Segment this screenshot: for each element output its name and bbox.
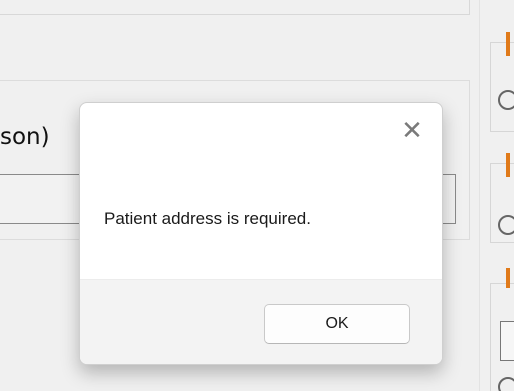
right-input-box[interactable] — [500, 321, 514, 361]
alert-dialog: ✕ Patient address is required. OK — [79, 102, 443, 365]
radio-button[interactable] — [498, 215, 514, 235]
top-panel — [0, 0, 470, 15]
dialog-message: Patient address is required. — [104, 209, 311, 228]
close-icon[interactable]: ✕ — [398, 117, 426, 145]
close-glyph: ✕ — [401, 116, 423, 146]
field-label: son) — [0, 124, 50, 150]
right-group-3-title — [506, 268, 510, 288]
panel-divider — [479, 0, 480, 391]
ok-button[interactable]: OK — [264, 304, 410, 344]
right-group-1-title — [506, 32, 510, 56]
app-window: son) ✕ Patient address is required. OK — [0, 0, 514, 391]
right-group-1 — [490, 42, 514, 132]
radio-button[interactable] — [498, 377, 514, 391]
dialog-footer: OK — [80, 279, 442, 364]
radio-button[interactable] — [498, 90, 514, 110]
right-group-2-title — [506, 153, 510, 177]
